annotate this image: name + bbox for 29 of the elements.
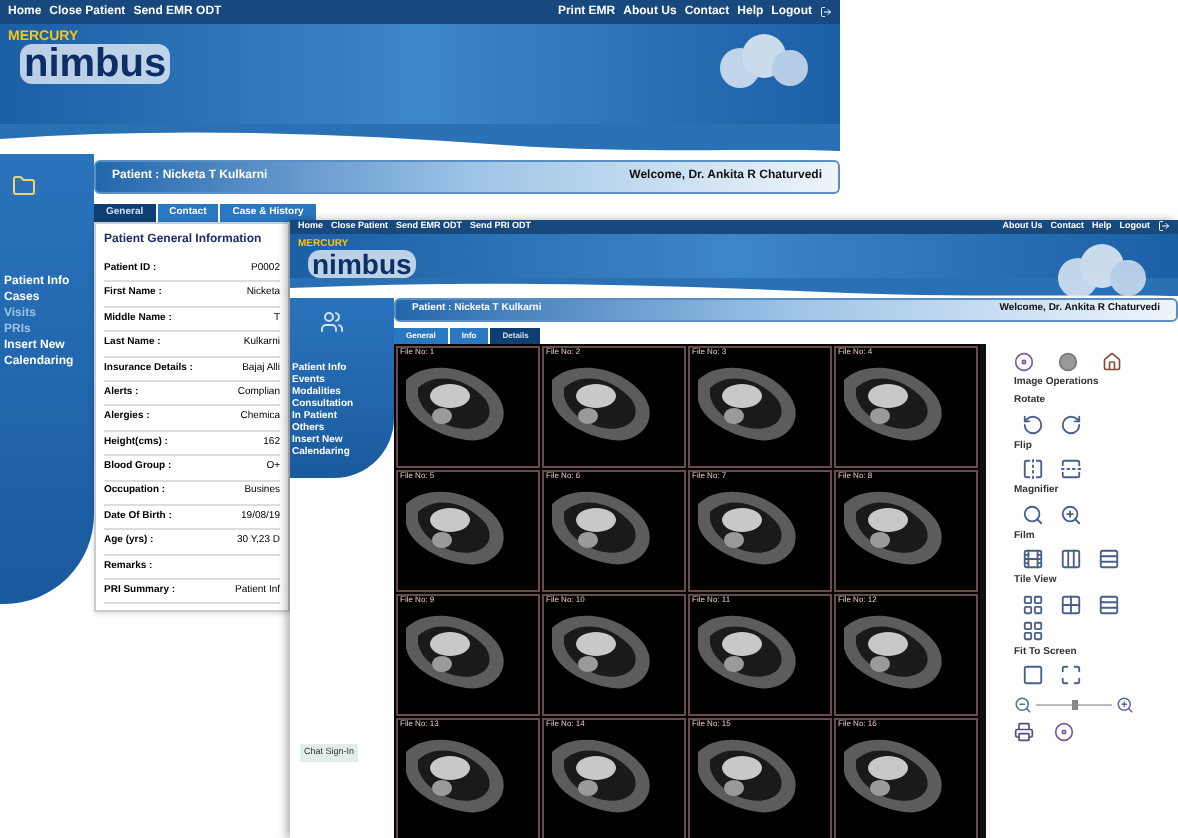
film-icon[interactable] <box>1022 548 1044 571</box>
house-icon[interactable] <box>1102 351 1122 372</box>
logout-icon[interactable] <box>820 6 832 18</box>
rows-icon[interactable] <box>1098 593 1120 616</box>
grid-icon[interactable] <box>1022 593 1044 616</box>
rows-icon[interactable] <box>1098 548 1120 571</box>
logout-icon[interactable] <box>1158 220 1170 233</box>
zoom-slider-thumb[interactable] <box>1071 700 1077 711</box>
folder-icon <box>12 174 36 198</box>
columns-icon[interactable] <box>1060 548 1082 571</box>
magnifier-icon[interactable] <box>1022 503 1044 526</box>
circle-icon[interactable] <box>1058 351 1078 372</box>
disc-icon[interactable] <box>1054 722 1074 743</box>
logo-name: nimbus <box>308 249 416 278</box>
grid-icon[interactable] <box>1022 619 1044 642</box>
square-icon[interactable] <box>1022 664 1044 687</box>
zoom-icon[interactable] <box>1060 503 1082 526</box>
flip-horizontal-icon[interactable] <box>1022 458 1044 481</box>
logo-name: nimbus <box>20 44 171 84</box>
grid-icon[interactable] <box>1060 593 1082 616</box>
zoom-out-icon[interactable] <box>1014 696 1032 715</box>
rotate-right-icon[interactable] <box>1060 413 1082 436</box>
zoom-in-icon[interactable] <box>1116 696 1134 715</box>
users-icon <box>320 309 344 334</box>
print-icon[interactable] <box>1014 722 1034 743</box>
flip-vertical-icon[interactable] <box>1060 458 1082 481</box>
disc-icon[interactable] <box>1014 351 1034 372</box>
rotate-left-icon[interactable] <box>1022 413 1044 436</box>
fit-screen-icon[interactable] <box>1060 664 1082 687</box>
